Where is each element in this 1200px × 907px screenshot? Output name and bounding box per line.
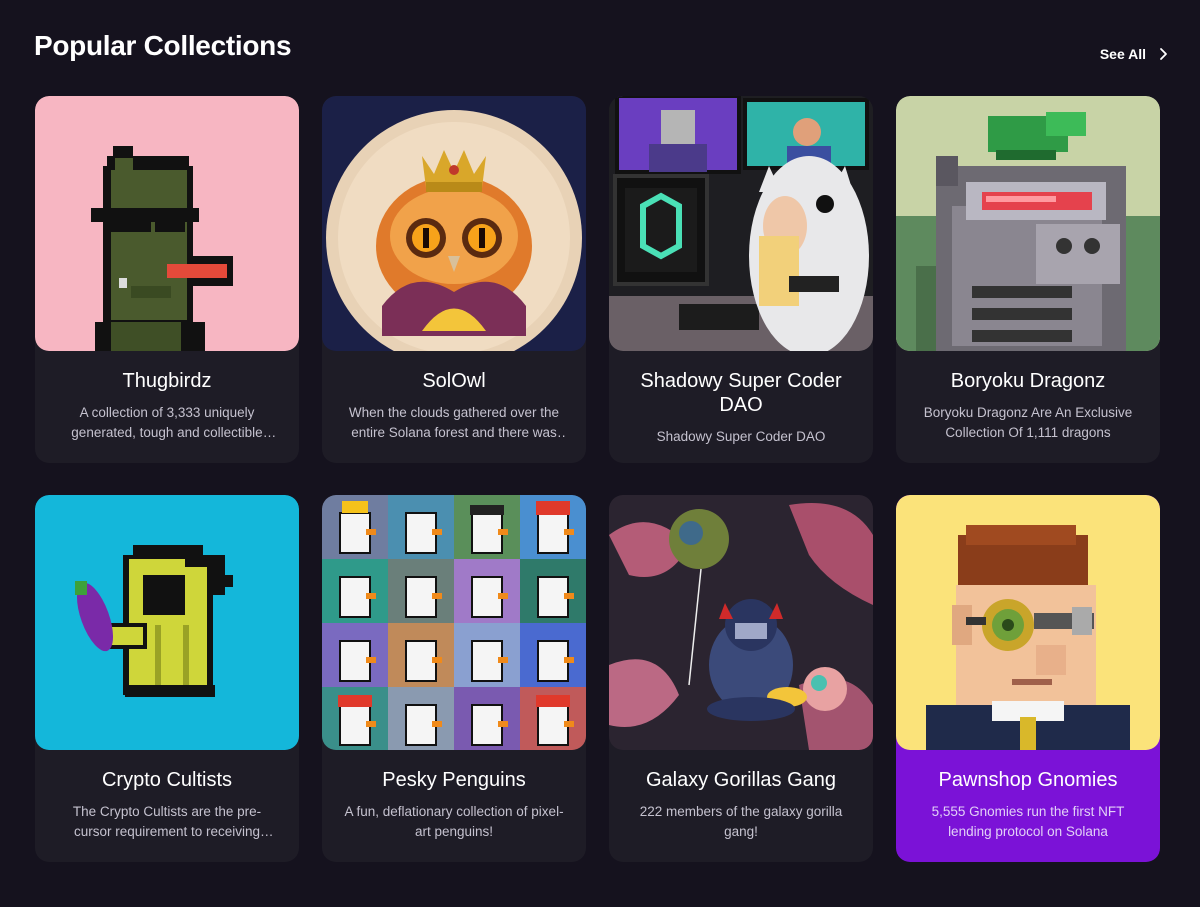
collection-card[interactable]: SolOwl When the clouds gathered over the…: [322, 96, 586, 463]
collection-card[interactable]: Boryoku Dragonz Boryoku Dragonz Are An E…: [896, 96, 1160, 463]
collection-image-thugbirdz: [35, 96, 299, 351]
collection-title: Pesky Penguins: [382, 769, 526, 791]
collection-image-boryoku-dragonz: [896, 96, 1160, 351]
collection-card[interactable]: Thugbirdz A collection of 3,333 uniquely…: [35, 96, 299, 463]
collection-title: Galaxy Gorillas Gang: [645, 769, 837, 791]
collections-grid: Thugbirdz A collection of 3,333 uniquely…: [35, 96, 1160, 862]
collection-image-solowl: [322, 96, 586, 351]
collection-description: 222 members of the galaxy gorilla gang!: [639, 804, 843, 839]
pesky-penguins-artwork: [322, 495, 586, 750]
collection-description: 5,555 Gnomies run the first NFT lending …: [931, 804, 1125, 839]
collection-title: SolOwl: [422, 370, 486, 392]
boryoku-dragon-artwork: [896, 96, 1160, 351]
collection-image-galaxy-gorillas: [609, 495, 873, 750]
collection-title: Pawnshop Gnomies: [938, 769, 1118, 791]
collection-description: A fun, deflationary collection of pixel-…: [344, 804, 564, 839]
crypto-cultist-artwork: [35, 495, 299, 750]
collection-description: A collection of 3,333 uniquely generated…: [71, 405, 263, 440]
shadowy-coder-artwork: [609, 96, 873, 351]
collection-image-shadowy-super-coder: [609, 96, 873, 351]
collection-card[interactable]: Pesky Penguins A fun, deflationary colle…: [322, 495, 586, 862]
solowl-artwork: [322, 96, 586, 351]
collection-description: Shadowy Super Coder DAO: [656, 429, 826, 444]
collection-card[interactable]: Shadowy Super Coder DAO Shadowy Super Co…: [609, 96, 873, 463]
collection-title: Thugbirdz: [122, 370, 212, 392]
collection-image-pesky-penguins: [322, 495, 586, 750]
popular-collections-page: Popular Collections See All Thugbirdz A …: [0, 0, 1200, 907]
collection-description: When the clouds gathered over the entire…: [348, 405, 560, 440]
collection-image-pawnshop-gnomies: [896, 495, 1160, 750]
collection-card[interactable]: Crypto Cultists The Crypto Cultists are …: [35, 495, 299, 862]
collection-title: Crypto Cultists: [101, 769, 233, 791]
collection-card[interactable]: Galaxy Gorillas Gang 222 members of the …: [609, 495, 873, 862]
collection-description: The Crypto Cultists are the pre-cursor r…: [72, 804, 262, 839]
section-title: Popular Collections: [34, 30, 292, 61]
thugbird-artwork: [35, 96, 299, 351]
collection-title: Boryoku Dragonz: [950, 370, 1106, 392]
see-all-label: See All: [1099, 46, 1146, 62]
collection-description: Boryoku Dragonz Are An Exclusive Collect…: [923, 405, 1133, 440]
galaxy-gorilla-artwork: [609, 495, 873, 750]
collection-image-crypto-cultists: [35, 495, 299, 750]
chevron-right-icon: [1160, 48, 1167, 60]
pawnshop-gnomie-artwork: [896, 495, 1160, 750]
collection-title: Shadowy Super Coder DAO: [640, 370, 842, 416]
collection-card-highlighted[interactable]: Pawnshop Gnomies 5,555 Gnomies run the f…: [896, 495, 1160, 862]
see-all-link[interactable]: See All: [1100, 46, 1170, 62]
